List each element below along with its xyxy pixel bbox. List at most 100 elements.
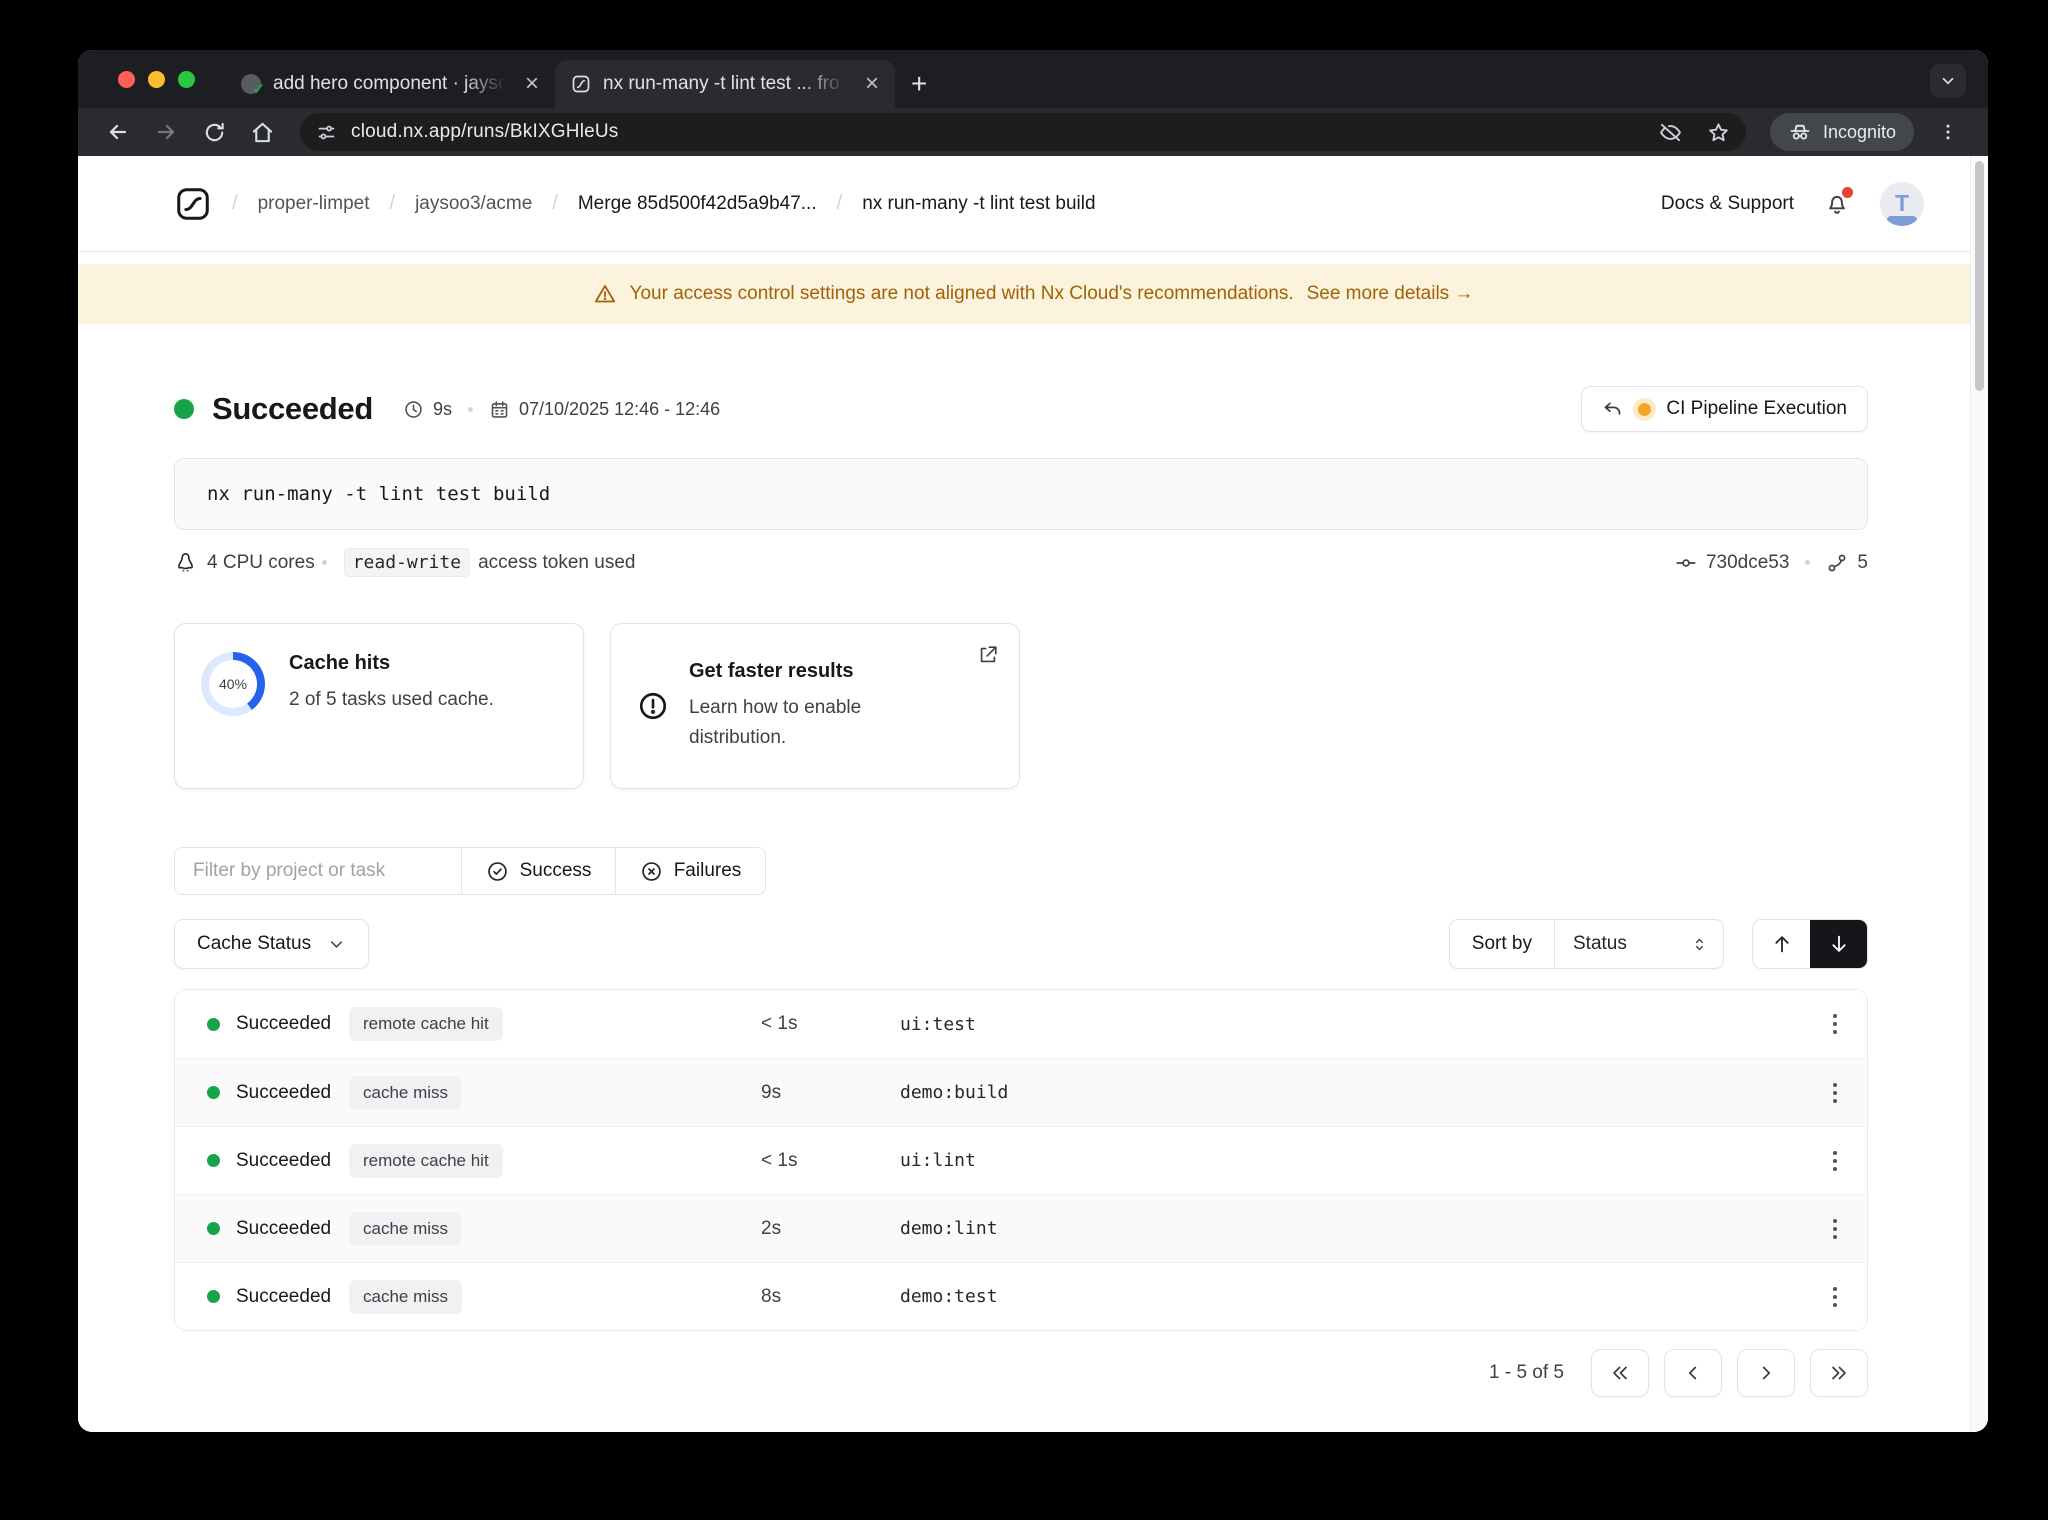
access-token-badge: read-write bbox=[343, 548, 471, 577]
nx-favicon bbox=[571, 74, 591, 94]
avatar-letter: T bbox=[1894, 190, 1910, 216]
arrow-left-icon bbox=[109, 124, 127, 140]
scrollbar-thumb[interactable] bbox=[1975, 161, 1984, 391]
pagination-range: 1 - 5 of 5 bbox=[1489, 1362, 1564, 1383]
breadcrumb-commit[interactable]: Merge 85d500f42d5a9b47... bbox=[578, 193, 817, 215]
check-circle-icon bbox=[487, 861, 507, 881]
cache-status-dropdown[interactable]: Cache Status bbox=[174, 919, 370, 969]
home-button[interactable] bbox=[242, 112, 282, 152]
forward-button[interactable] bbox=[146, 112, 186, 152]
incognito-icon bbox=[1790, 124, 1810, 140]
filter-input[interactable] bbox=[174, 847, 462, 895]
reload-button[interactable] bbox=[194, 112, 234, 152]
filter-failures-button[interactable]: Failures bbox=[616, 847, 766, 895]
row-duration: < 1s bbox=[761, 1149, 798, 1171]
back-button[interactable] bbox=[98, 112, 138, 152]
row-menu-button[interactable] bbox=[1803, 1082, 1867, 1103]
cache-hit-percent: 40% bbox=[218, 676, 248, 692]
breadcrumb-repo[interactable]: jaysoo3/acme bbox=[415, 193, 532, 215]
distribution-subtitle: Learn how to enable distribution. bbox=[689, 697, 862, 748]
row-status-label: Succeeded bbox=[236, 1217, 332, 1239]
row-menu-button[interactable] bbox=[1803, 1286, 1867, 1307]
row-menu-button[interactable] bbox=[1803, 1014, 1867, 1034]
notifications-button[interactable] bbox=[1824, 186, 1853, 217]
first-page-button[interactable] bbox=[1591, 1349, 1649, 1397]
task-table: Succeeded remote cache hit < 1s ui:test bbox=[174, 989, 1868, 1331]
url-text[interactable]: cloud.nx.app/runs/BkIXGHleUs bbox=[351, 121, 1640, 143]
tab-title: add hero component · jaysoo bbox=[273, 73, 511, 94]
alert-circle-icon bbox=[639, 692, 667, 720]
tab-search-button[interactable] bbox=[1930, 64, 1966, 98]
distribution-title: Get faster results bbox=[689, 660, 854, 683]
prev-page-button[interactable] bbox=[1664, 1349, 1722, 1397]
page-scrollbar[interactable] bbox=[1970, 156, 1988, 1432]
row-task-name[interactable]: demo:lint bbox=[900, 1218, 1803, 1239]
table-row[interactable]: Succeeded remote cache hit < 1s ui:lint bbox=[175, 1126, 1867, 1194]
bookmark-button[interactable] bbox=[1702, 115, 1736, 149]
distribution-card[interactable]: Get faster results Learn how to enable d… bbox=[610, 623, 1020, 789]
tab-add-hero-component[interactable]: ✓ add hero component · jaysoo × bbox=[225, 60, 555, 108]
new-tab-button[interactable]: + bbox=[911, 70, 927, 98]
sort-select[interactable]: Status bbox=[1555, 920, 1723, 968]
reading-mode-hidden-button[interactable] bbox=[1654, 115, 1688, 149]
branch-icon bbox=[1828, 554, 1846, 571]
cache-status-badge: cache miss bbox=[349, 1075, 463, 1110]
success-label: Success bbox=[519, 860, 592, 881]
row-status-label: Succeeded bbox=[236, 1013, 332, 1034]
run-status-section: Succeeded 9s 07/10/2025 12:46 - 12:46 CI… bbox=[174, 386, 1868, 432]
close-window-button[interactable] bbox=[118, 71, 135, 88]
branch-count: 5 bbox=[1857, 551, 1868, 573]
last-page-button[interactable] bbox=[1810, 1349, 1868, 1397]
browser-menu-button[interactable] bbox=[1928, 112, 1968, 152]
next-page-button[interactable] bbox=[1737, 1349, 1795, 1397]
tab-nx-run[interactable]: nx run-many -t lint test ... fro × bbox=[555, 60, 895, 108]
commit-sha[interactable]: 730dce53 bbox=[1706, 552, 1789, 574]
avatar[interactable]: T bbox=[1880, 181, 1924, 226]
tab-strip: ✓ add hero component · jaysoo × nx run-m… bbox=[78, 50, 1988, 108]
reload-icon bbox=[205, 122, 224, 141]
ci-pipeline-execution-button[interactable]: CI Pipeline Execution bbox=[1581, 386, 1868, 432]
row-duration: 8s bbox=[761, 1285, 782, 1307]
run-duration: 9s bbox=[433, 398, 453, 419]
filter-bar: Success Failures bbox=[174, 847, 1868, 895]
row-task-name[interactable]: demo:build bbox=[900, 1082, 1803, 1103]
banner-message: Your access control settings are not ali… bbox=[629, 283, 1294, 304]
close-tab-icon[interactable]: × bbox=[863, 72, 881, 96]
zoom-window-button[interactable] bbox=[178, 71, 195, 88]
breadcrumb-separator: / bbox=[232, 192, 238, 214]
browser-window: ✓ add hero component · jaysoo × nx run-m… bbox=[78, 50, 1988, 1432]
breadcrumb-separator: / bbox=[389, 192, 396, 214]
row-menu-button[interactable] bbox=[1803, 1218, 1867, 1239]
pr-check-favicon: ✓ bbox=[241, 74, 265, 98]
breadcrumb-run[interactable]: nx run-many -t lint test build bbox=[862, 193, 1095, 215]
sort-asc-button[interactable] bbox=[1753, 920, 1810, 968]
minimize-window-button[interactable] bbox=[148, 71, 165, 88]
external-link-icon[interactable] bbox=[977, 644, 999, 666]
sort-group: Sort by Status bbox=[1448, 919, 1724, 969]
nx-cloud-logo[interactable] bbox=[174, 185, 212, 223]
table-row[interactable]: Succeeded cache miss 2s demo:lint bbox=[175, 1194, 1867, 1262]
star-icon bbox=[1709, 122, 1729, 141]
arrow-down-icon bbox=[1831, 935, 1846, 952]
filter-success-button[interactable]: Success bbox=[462, 847, 616, 895]
row-task-name[interactable]: demo:test bbox=[900, 1286, 1803, 1307]
separator-dot bbox=[321, 560, 327, 565]
sort-desc-button[interactable] bbox=[1810, 920, 1867, 968]
table-row[interactable]: Succeeded remote cache hit < 1s ui:test bbox=[175, 990, 1867, 1058]
row-status-label: Succeeded bbox=[236, 1149, 332, 1171]
docs-support-link[interactable]: Docs & Support bbox=[1661, 193, 1794, 215]
row-duration: < 1s bbox=[761, 1013, 798, 1034]
close-tab-icon[interactable]: × bbox=[523, 72, 541, 96]
row-task-name[interactable]: ui:lint bbox=[900, 1150, 1803, 1171]
table-row[interactable]: Succeeded cache miss 9s demo:build bbox=[175, 1058, 1867, 1126]
site-settings-icon[interactable] bbox=[316, 122, 337, 143]
breadcrumb-workspace[interactable]: proper-limpet bbox=[258, 193, 370, 215]
banner-details-link[interactable]: See more details → bbox=[1307, 283, 1474, 305]
cache-status-badge: cache miss bbox=[349, 1211, 463, 1246]
address-bar[interactable]: cloud.nx.app/runs/BkIXGHleUs bbox=[300, 113, 1746, 151]
pipeline-button-label: CI Pipeline Execution bbox=[1666, 398, 1847, 419]
status-dot bbox=[207, 1290, 220, 1303]
row-menu-button[interactable] bbox=[1803, 1150, 1867, 1171]
table-row[interactable]: Succeeded cache miss 8s demo:test bbox=[175, 1262, 1867, 1330]
row-task-name[interactable]: ui:test bbox=[900, 1014, 1803, 1035]
